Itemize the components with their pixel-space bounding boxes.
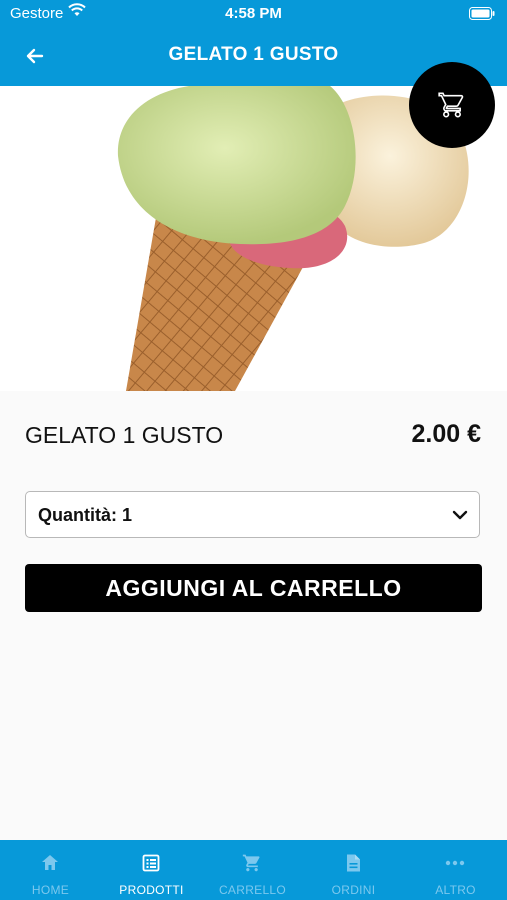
- add-to-cart-button[interactable]: AGGIUNGI AL CARRELLO: [25, 564, 482, 612]
- list-icon: [142, 854, 160, 872]
- more-icon: [445, 860, 465, 866]
- tab-label: ALTRO: [435, 883, 476, 897]
- tab-ordini[interactable]: ORDINI: [303, 840, 404, 900]
- quantity-select[interactable]: Quantità: 1: [25, 491, 480, 538]
- tab-label: PRODOTTI: [119, 883, 184, 897]
- tab-home[interactable]: HOME: [0, 840, 101, 900]
- product-price: 2.00 €: [411, 420, 481, 448]
- tab-prodotti[interactable]: PRODOTTI: [101, 840, 202, 900]
- page-title: GELATO 1 GUSTO: [168, 44, 339, 65]
- chevron-down-icon: [451, 506, 469, 529]
- document-icon: [347, 854, 360, 872]
- tab-carrello[interactable]: CARRELLO: [202, 840, 303, 900]
- tab-label: ORDINI: [331, 883, 376, 897]
- tab-label: CARRELLO: [218, 883, 287, 897]
- cart-icon: [438, 92, 464, 118]
- tab-label: HOME: [31, 883, 70, 897]
- battery-icon: [469, 7, 495, 24]
- status-bar: Gestore 4:58 PM: [0, 0, 507, 28]
- quantity-label: Quantità: 1: [38, 505, 133, 525]
- cart-floating-button[interactable]: [409, 62, 495, 148]
- home-icon: [42, 855, 58, 870]
- cart-icon: [242, 854, 260, 872]
- clock: 4:58 PM: [225, 5, 282, 22]
- tab-altro[interactable]: ALTRO: [405, 840, 506, 900]
- bottom-tab-bar: HOME PRODOTTI CARRELLO ORDINI ALTRO: [0, 840, 507, 900]
- product-name: GELATO 1 GUSTO: [25, 422, 224, 448]
